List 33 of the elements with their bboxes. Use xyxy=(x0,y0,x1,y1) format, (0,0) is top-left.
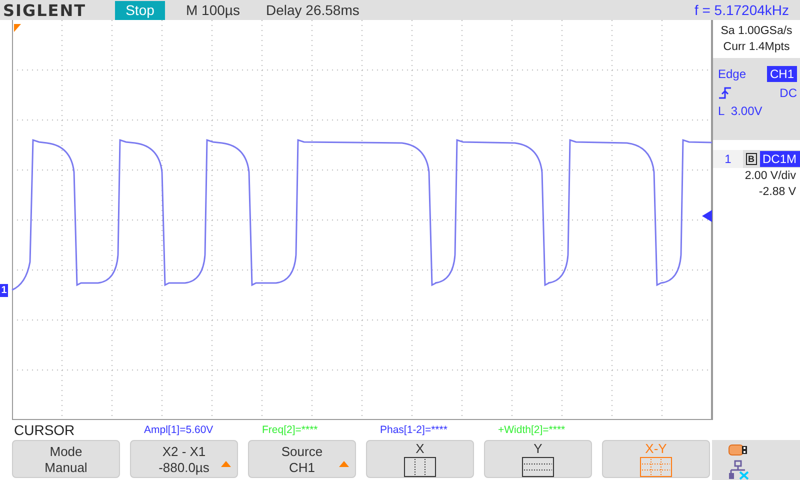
softkey-button[interactable]: X2 - X1 -880.0µs xyxy=(130,440,238,478)
measurement-readout: +Width[2]=**** xyxy=(498,424,566,436)
grid-cursors-icon xyxy=(640,457,672,477)
trigger-source: CH1 xyxy=(766,66,797,82)
bandwidth-limit-indicator: B xyxy=(746,153,756,165)
vertical-cursors-icon xyxy=(404,457,436,477)
softkey-button[interactable]: Source CH1 xyxy=(248,440,356,478)
memory-depth: Curr 1.4Mpts xyxy=(723,40,790,55)
softkey-button[interactable]: Y xyxy=(484,440,592,478)
timebase-readout: M 100µs xyxy=(186,2,240,18)
vertical-offset: -2.88 V xyxy=(758,185,797,200)
frequency-readout: f = 5.17204kHz xyxy=(694,2,789,18)
trigger-level: L 3.00V xyxy=(718,104,764,118)
vertical-scale: 2.00 V/div xyxy=(744,169,797,184)
trigger-type: Edge xyxy=(718,67,746,81)
horizontal-cursors-icon xyxy=(522,457,554,477)
rising-edge-icon xyxy=(718,86,732,100)
channel-tab[interactable]: 1 xyxy=(713,150,743,168)
channel-coupling: DC1M xyxy=(760,151,800,167)
trigger-coupling: DC xyxy=(780,86,797,100)
measurement-readout: Freq[2]=**** xyxy=(262,424,319,436)
channel-marker[interactable]: 1 xyxy=(0,284,8,297)
sample-rate: Sa 1.00GSa/s xyxy=(720,24,792,39)
brand-logo: SIGLENT xyxy=(3,0,88,20)
measurement-readout: Ampl[1]=5.60V xyxy=(144,424,214,436)
network-disconnected-icon xyxy=(728,460,750,480)
delay-readout: Delay 26.58ms xyxy=(266,2,360,18)
softkey-button[interactable]: Mode Manual xyxy=(12,440,120,478)
softkey-button[interactable]: X xyxy=(366,440,474,478)
measurement-readout: Phas[1-2]=**** xyxy=(380,424,448,436)
trigger-position-marker[interactable] xyxy=(14,24,21,32)
usb-drive-icon xyxy=(728,444,748,456)
menu-title: CURSOR xyxy=(14,422,76,438)
